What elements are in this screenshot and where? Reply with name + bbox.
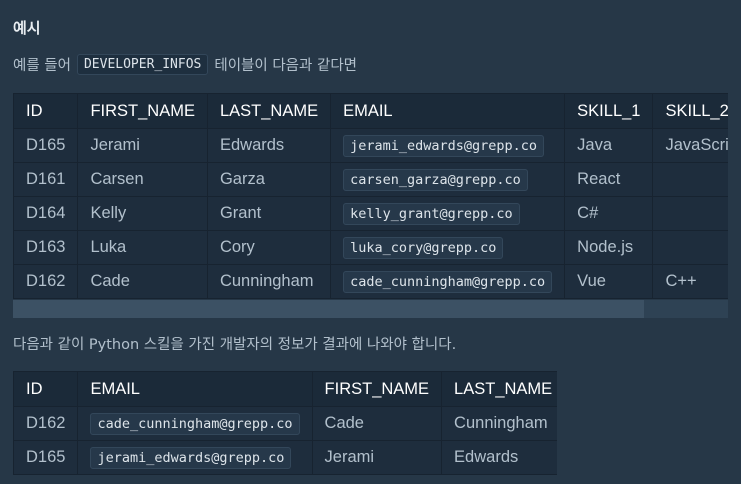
intro-text-before: 예를 들어 bbox=[13, 58, 71, 74]
result-description: 다음과 같이 Python 스킬을 가진 개발자의 정보가 결과에 나와야 합니… bbox=[13, 337, 457, 353]
cell-first-name: Cade bbox=[77, 264, 208, 299]
cell-email: jerami_edwards@grepp.co bbox=[77, 440, 313, 475]
cell-last-name: Edwards bbox=[206, 128, 332, 163]
column-header: FIRST_NAME bbox=[77, 93, 208, 129]
column-header: LAST_NAME bbox=[206, 93, 332, 129]
table-row: D164 Kelly Grant kelly_grant@grepp.co C# bbox=[13, 196, 728, 231]
table-row: D162 cade_cunningham@grepp.co Cade Cunni… bbox=[13, 406, 557, 441]
column-header: SKILL_2 bbox=[652, 93, 728, 129]
developer-infos-table-container[interactable]: ID FIRST_NAME LAST_NAME EMAIL SKILL_1 SK… bbox=[13, 93, 728, 300]
table-header-row: ID FIRST_NAME LAST_NAME EMAIL SKILL_1 SK… bbox=[13, 93, 728, 129]
email-code: kelly_grant@grepp.co bbox=[343, 203, 520, 225]
cell-first-name: Jerami bbox=[311, 440, 443, 475]
cell-first-name: Kelly bbox=[77, 196, 208, 231]
email-code: cade_cunningham@grepp.co bbox=[90, 413, 300, 435]
horizontal-scrollbar[interactable] bbox=[13, 300, 728, 318]
table-row: D165 jerami_edwards@grepp.co Jerami Edwa… bbox=[13, 440, 557, 475]
column-header: LAST_NAME bbox=[441, 371, 557, 407]
cell-email: cade_cunningham@grepp.co bbox=[77, 406, 313, 441]
email-code: jerami_edwards@grepp.co bbox=[343, 135, 545, 157]
email-code: luka_cory@grepp.co bbox=[343, 237, 504, 259]
cell-id: D162 bbox=[13, 264, 79, 299]
cell-skill-1: Vue bbox=[564, 264, 654, 299]
column-header: FIRST_NAME bbox=[311, 371, 443, 407]
email-code: carsen_garza@grepp.co bbox=[343, 169, 528, 191]
table-row: D161 Carsen Garza carsen_garza@grepp.co … bbox=[13, 162, 728, 197]
cell-skill-1: React bbox=[564, 162, 654, 197]
cell-last-name: Cory bbox=[206, 230, 332, 265]
column-header: ID bbox=[13, 371, 79, 407]
intro-text-after: 테이블이 다음과 같다면 bbox=[214, 58, 357, 74]
cell-skill-1: Node.js bbox=[564, 230, 654, 265]
intro-paragraph: 예를 들어 DEVELOPER_INFOS 테이블이 다음과 같다면 bbox=[13, 54, 357, 75]
cell-id: D162 bbox=[13, 406, 79, 441]
cell-first-name: Cade bbox=[311, 406, 443, 441]
cell-first-name: Luka bbox=[77, 230, 208, 265]
section-heading: 예시 bbox=[13, 19, 41, 37]
scrollbar-thumb[interactable] bbox=[13, 300, 644, 318]
table-row: D162 Cade Cunningham cade_cunningham@gre… bbox=[13, 264, 728, 299]
cell-id: D164 bbox=[13, 196, 79, 231]
cell-email: carsen_garza@grepp.co bbox=[330, 162, 566, 197]
cell-id: D161 bbox=[13, 162, 79, 197]
column-header: EMAIL bbox=[77, 371, 313, 407]
email-code: cade_cunningham@grepp.co bbox=[343, 271, 553, 293]
cell-email: luka_cory@grepp.co bbox=[330, 230, 566, 265]
cell-email: cade_cunningham@grepp.co bbox=[330, 264, 566, 299]
table-row: D165 Jerami Edwards jerami_edwards@grepp… bbox=[13, 128, 728, 163]
cell-id: D165 bbox=[13, 128, 79, 163]
cell-skill-2 bbox=[652, 196, 728, 231]
cell-last-name: Grant bbox=[206, 196, 332, 231]
developer-infos-table: ID FIRST_NAME LAST_NAME EMAIL SKILL_1 SK… bbox=[13, 93, 728, 299]
cell-skill-2: C++ bbox=[652, 264, 728, 299]
result-table: ID EMAIL FIRST_NAME LAST_NAME D162 cade_… bbox=[13, 371, 557, 475]
cell-last-name: Edwards bbox=[441, 440, 557, 475]
email-code: jerami_edwards@grepp.co bbox=[90, 447, 292, 469]
table-name-code: DEVELOPER_INFOS bbox=[76, 54, 209, 75]
cell-email: kelly_grant@grepp.co bbox=[330, 196, 566, 231]
cell-skill-1: Java bbox=[564, 128, 654, 163]
cell-skill-2 bbox=[652, 162, 728, 197]
cell-skill-2: JavaScript bbox=[652, 128, 728, 163]
column-header: SKILL_1 bbox=[564, 93, 654, 129]
cell-last-name: Cunningham bbox=[206, 264, 332, 299]
cell-skill-2 bbox=[652, 230, 728, 265]
cell-last-name: Garza bbox=[206, 162, 332, 197]
cell-id: D165 bbox=[13, 440, 79, 475]
cell-first-name: Carsen bbox=[77, 162, 208, 197]
cell-email: jerami_edwards@grepp.co bbox=[330, 128, 566, 163]
table-row: D163 Luka Cory luka_cory@grepp.co Node.j… bbox=[13, 230, 728, 265]
result-table-container: ID EMAIL FIRST_NAME LAST_NAME D162 cade_… bbox=[13, 371, 557, 475]
table-header-row: ID EMAIL FIRST_NAME LAST_NAME bbox=[13, 371, 557, 407]
column-header: EMAIL bbox=[330, 93, 566, 129]
column-header: ID bbox=[13, 93, 79, 129]
cell-last-name: Cunningham bbox=[441, 406, 557, 441]
cell-id: D163 bbox=[13, 230, 79, 265]
cell-first-name: Jerami bbox=[77, 128, 208, 163]
cell-skill-1: C# bbox=[564, 196, 654, 231]
